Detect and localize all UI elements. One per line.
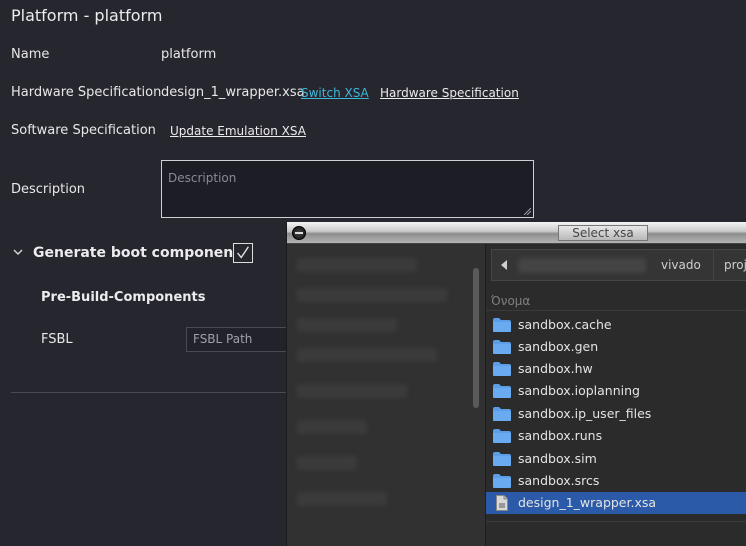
list-item[interactable]: sandbox.hw <box>486 358 746 380</box>
header-separator <box>486 310 746 311</box>
file-name: sandbox.gen <box>518 339 599 354</box>
resize-grip-icon[interactable] <box>524 208 531 215</box>
name-label: Name <box>11 47 50 62</box>
list-item[interactable]: sandbox.ioplanning <box>486 380 746 402</box>
file-name: sandbox.ip_user_files <box>518 406 652 421</box>
list-item[interactable]: sandbox.cache <box>486 314 746 336</box>
file-name: sandbox.hw <box>518 361 593 376</box>
folder-icon <box>493 384 511 398</box>
folder-icon <box>493 362 511 376</box>
file-name: sandbox.runs <box>518 428 603 443</box>
switch-xsa-link[interactable]: Switch XSA <box>301 86 369 100</box>
description-label: Description <box>11 182 86 197</box>
update-emulation-xsa-link[interactable]: Update Emulation XSA <box>170 124 306 138</box>
list-item[interactable]: sandbox.ip_user_files <box>486 403 746 425</box>
section-divider <box>11 392 291 393</box>
fsbl-label: FSBL <box>41 332 73 347</box>
select-xsa-dialog: Select xsa vivado proje Όνομα sandbox.ca… <box>286 222 746 546</box>
fsbl-path-input[interactable]: FSBL Path <box>186 327 296 352</box>
folder-icon <box>493 407 511 421</box>
sw-spec-label: Software Specification <box>11 123 156 138</box>
hw-spec-link[interactable]: Hardware Specification <box>380 86 519 100</box>
list-bottom-separator <box>486 521 746 522</box>
pre-build-components-title: Pre-Build-Components <box>41 290 206 305</box>
list-item[interactable]: sandbox.gen <box>486 336 746 358</box>
fsbl-path-placeholder: FSBL Path <box>193 332 253 346</box>
folder-icon <box>493 429 511 443</box>
list-item[interactable]: sandbox.srcs <box>486 470 746 492</box>
folder-icon <box>493 318 511 332</box>
description-placeholder: Description <box>168 171 237 185</box>
list-item[interactable]: sandbox.sim <box>486 448 746 470</box>
folder-icon <box>493 474 511 488</box>
file-name: sandbox.ioplanning <box>518 383 640 398</box>
hw-spec-label: Hardware Specification <box>11 85 162 100</box>
folder-icon <box>493 452 511 466</box>
file-name: design_1_wrapper.xsa <box>518 495 657 510</box>
places-scrollbar[interactable] <box>473 268 479 408</box>
chevron-down-icon[interactable] <box>12 246 24 258</box>
document-icon <box>496 495 508 511</box>
path-segment-project[interactable]: proje <box>724 258 746 272</box>
close-icon[interactable] <box>292 226 306 240</box>
dialog-title: Select xsa <box>558 225 648 241</box>
path-segment-vivado[interactable]: vivado <box>661 258 701 272</box>
description-textarea[interactable]: Description <box>161 160 534 218</box>
name-value: platform <box>161 47 217 62</box>
file-name: sandbox.srcs <box>518 473 600 488</box>
file-name: sandbox.sim <box>518 451 597 466</box>
file-name: sandbox.cache <box>518 317 612 332</box>
generate-boot-checkbox[interactable] <box>233 243 253 263</box>
list-item-selected[interactable]: design_1_wrapper.xsa <box>486 492 746 514</box>
check-icon <box>237 246 249 259</box>
path-back-arrow-icon[interactable] <box>501 260 507 270</box>
hw-spec-value: design_1_wrapper.xsa <box>161 85 305 100</box>
dialog-titlebar[interactable]: Select xsa <box>287 222 746 244</box>
folder-icon <box>493 340 511 354</box>
places-sidebar[interactable] <box>287 244 485 546</box>
list-item[interactable]: sandbox.runs <box>486 425 746 447</box>
page-title: Platform - platform <box>11 6 163 25</box>
generate-boot-components-title: Generate boot components <box>33 245 249 261</box>
name-column-header[interactable]: Όνομα <box>491 294 530 308</box>
path-bar[interactable]: vivado proje <box>491 249 746 281</box>
